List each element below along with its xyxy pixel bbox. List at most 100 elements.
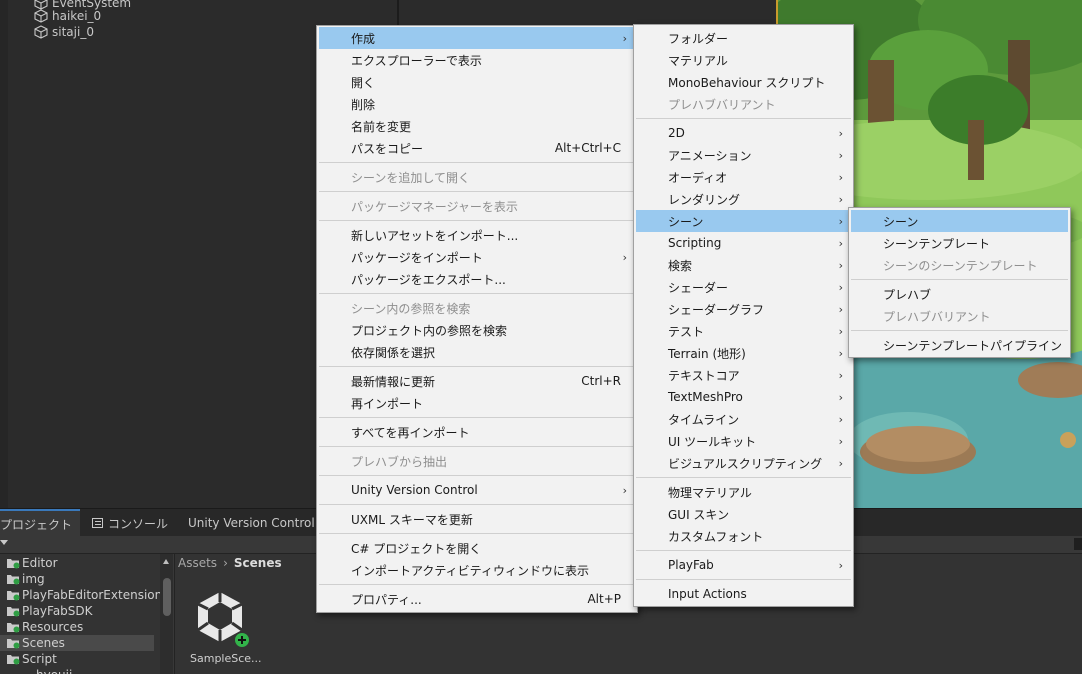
breadcrumb-separator-icon: › (223, 556, 228, 570)
tree-item-selected[interactable]: Scenes (0, 635, 154, 651)
menu-item-copy-path[interactable]: パスをコピー Alt+Ctrl+C (319, 137, 635, 159)
menu-item-scene[interactable]: シーン › (636, 210, 851, 232)
submenu-arrow-icon: › (838, 148, 843, 162)
tab-label: プロジェクト (0, 517, 73, 532)
menu-item-label: インポートアクティビティウィンドウに表示 (351, 563, 589, 578)
menu-item-search[interactable]: 検索 › (636, 254, 851, 276)
menu-item-scene-template-pipeline[interactable]: シーンテンプレートパイプライン (851, 334, 1068, 356)
menu-item-test[interactable]: テスト › (636, 320, 851, 342)
menu-item-create[interactable]: 作成 › (319, 27, 635, 49)
menu-item-label: 物理マテリアル (668, 485, 752, 500)
menu-item-show-in-explorer[interactable]: エクスプローラーで表示 (319, 49, 635, 71)
dropdown-arrow-icon[interactable] (0, 540, 8, 545)
menu-item-label: シェーダー (668, 280, 729, 295)
menu-item-import-new-asset[interactable]: 新しいアセットをインポート... (319, 224, 635, 246)
menu-item-label: 2D (668, 126, 685, 140)
menu-item-shader-graph[interactable]: シェーダーグラフ › (636, 298, 851, 320)
menu-item-scene-new[interactable]: シーン (851, 210, 1068, 232)
tree-scrollbar-thumb[interactable] (163, 578, 171, 616)
breadcrumb-current[interactable]: Scenes (234, 556, 282, 570)
submenu-arrow-icon: › (838, 170, 843, 184)
menu-item-label: パッケージをエクスポート... (351, 272, 506, 287)
menu-item-view-package-manager: パッケージマネージャーを表示 (319, 195, 635, 217)
menu-item-text-core[interactable]: テキストコア › (636, 364, 851, 386)
menu-item-show-import-activity[interactable]: インポートアクティビティウィンドウに表示 (319, 559, 635, 581)
tree-item[interactable]: img (6, 571, 45, 587)
hierarchy-item[interactable]: sitaji_0 (34, 24, 94, 40)
menu-item-label: 作成 (351, 31, 376, 46)
menu-item-monobehaviour-script[interactable]: MonoBehaviour スクリプト (636, 71, 851, 93)
menu-item-2d[interactable]: 2D › (636, 122, 851, 144)
menu-item-find-references-in-project[interactable]: プロジェクト内の参照を検索 (319, 319, 635, 341)
menu-item-animation[interactable]: アニメーション › (636, 144, 851, 166)
menu-item-label: 開く (351, 75, 376, 90)
menu-item-label: レンダリング (668, 192, 741, 207)
menu-item-export-package[interactable]: パッケージをエクスポート... (319, 268, 635, 290)
submenu-arrow-icon: › (838, 280, 843, 294)
tree-item[interactable]: PlayFabSDK (6, 603, 93, 619)
tab-project[interactable]: プロジェクト (0, 509, 80, 537)
menu-item-label: Scripting (668, 236, 722, 250)
menu-item-properties[interactable]: プロパティ... Alt+P (319, 588, 635, 610)
menu-item-timeline[interactable]: タイムライン › (636, 408, 851, 430)
menu-item-select-dependencies[interactable]: 依存関係を選択 (319, 341, 635, 363)
menu-item-label: パスをコピー (351, 141, 424, 156)
tab-console[interactable]: コンソール (84, 509, 176, 537)
menu-item-reimport-all[interactable]: すべてを再インポート (319, 421, 635, 443)
submenu-arrow-icon: › (838, 368, 843, 382)
menu-item-audio[interactable]: オーディオ › (636, 166, 851, 188)
tree-item[interactable]: PlayFabEditorExtensions (6, 587, 168, 603)
menu-item-import-package[interactable]: パッケージをインポート › (319, 246, 635, 268)
tree-item-label: Scenes (22, 636, 65, 650)
menu-item-ui-toolkit[interactable]: UI ツールキット › (636, 430, 851, 452)
tree-item[interactable]: Resources (6, 619, 83, 635)
menu-item-visual-scripting[interactable]: ビジュアルスクリプティング › (636, 452, 851, 474)
tree-item[interactable]: Script (6, 651, 57, 667)
menu-separator (636, 118, 851, 119)
menu-item-physics-material[interactable]: 物理マテリアル (636, 481, 851, 503)
menu-item-playfab[interactable]: PlayFab › (636, 554, 851, 576)
hierarchy-item[interactable]: haikei_0 (34, 8, 101, 24)
menu-item-label: テスト (668, 324, 705, 339)
menu-item-unity-version-control[interactable]: Unity Version Control › (319, 479, 635, 501)
tree-item-label: PlayFabEditorExtensions (22, 588, 169, 602)
menu-item-terrain[interactable]: Terrain (地形) › (636, 342, 851, 364)
breadcrumb-root[interactable]: Assets (178, 556, 217, 570)
menu-item-scripting[interactable]: Scripting › (636, 232, 851, 254)
menu-item-reimport[interactable]: 再インポート (319, 392, 635, 414)
menu-item-label: シーン (668, 214, 704, 229)
menu-item-gui-skin[interactable]: GUI スキン (636, 503, 851, 525)
scroll-up-icon[interactable] (163, 559, 169, 564)
submenu-arrow-icon: › (838, 214, 843, 228)
folder-icon (7, 623, 20, 633)
menu-item-label: オーディオ (668, 170, 728, 185)
tree-item[interactable]: Editor (6, 555, 58, 571)
menu-item-refresh[interactable]: 最新情報に更新 Ctrl+R (319, 370, 635, 392)
menu-item-prefab[interactable]: プレハブ (851, 283, 1068, 305)
menu-separator (319, 417, 635, 418)
tab-unity-version-control[interactable]: Unity Version Control (180, 509, 323, 537)
menu-item-custom-font[interactable]: カスタムフォント (636, 525, 851, 547)
menu-item-open-csharp-project[interactable]: C# プロジェクトを開く (319, 537, 635, 559)
menu-item-rename[interactable]: 名前を変更 (319, 115, 635, 137)
menu-item-folder[interactable]: フォルダー (636, 27, 851, 49)
menu-item-label: C# プロジェクトを開く (351, 541, 482, 556)
menu-item-delete[interactable]: 削除 (319, 93, 635, 115)
menu-item-label: シーンテンプレート (883, 236, 991, 251)
menu-item-label: Terrain (地形) (668, 346, 746, 361)
menu-item-shader[interactable]: シェーダー › (636, 276, 851, 298)
menu-item-update-uxml-schema[interactable]: UXML スキーマを更新 (319, 508, 635, 530)
menu-item-textmeshpro[interactable]: TextMeshPro › (636, 386, 851, 408)
menu-item-label: パッケージをインポート (351, 250, 483, 265)
menu-item-scene-template[interactable]: シーンテンプレート (851, 232, 1068, 254)
menu-item-rendering[interactable]: レンダリング › (636, 188, 851, 210)
menu-item-input-actions[interactable]: Input Actions (636, 583, 851, 605)
unity-scene-asset-icon[interactable] (194, 588, 250, 648)
tree-item[interactable]: hyouji (20, 667, 72, 674)
menu-item-label: 新しいアセットをインポート... (351, 228, 519, 243)
breadcrumb: Assets › Scenes (178, 556, 282, 570)
menu-item-label: アニメーション (668, 148, 752, 163)
menu-item-open[interactable]: 開く (319, 71, 635, 93)
panel-options-icon[interactable] (1074, 538, 1082, 550)
menu-item-material[interactable]: マテリアル (636, 49, 851, 71)
